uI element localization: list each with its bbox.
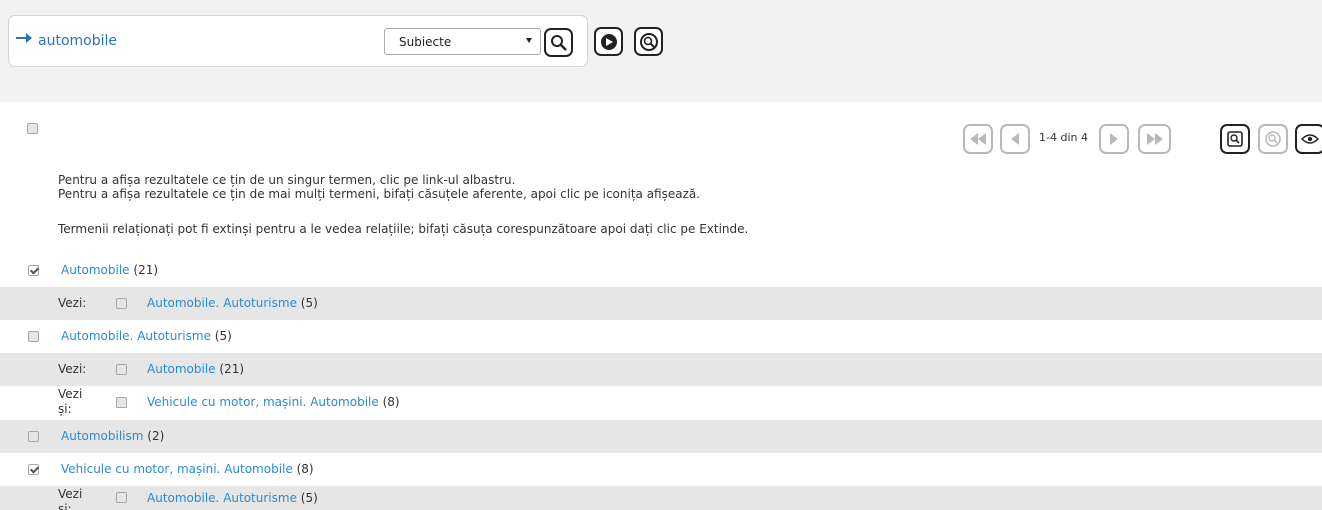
relation-label-line-2: și: (58, 502, 72, 510)
first-page-icon (970, 133, 986, 145)
term-count: (2) (147, 429, 165, 443)
relation-label-line-2: și: (58, 402, 72, 416)
term-entry: Automobile (21) (61, 263, 158, 277)
list-item: Vezi și: Automobile. Autoturisme (5) (0, 486, 1322, 510)
last-page-icon (1146, 133, 1163, 145)
term-link[interactable]: Automobilism (61, 429, 143, 443)
related-term-link[interactable]: Automobile. Autoturisme (147, 491, 297, 505)
term-checkbox[interactable] (28, 265, 39, 276)
search-query[interactable]: automobile (38, 33, 117, 49)
relation-label-line-1: Vezi (58, 487, 83, 501)
display-icon (1227, 131, 1243, 147)
term-checkbox[interactable] (28, 464, 39, 475)
search-button[interactable] (544, 28, 573, 57)
instruction-line-2: Pentru a afișa rezultatele ce țin de mai… (58, 187, 701, 201)
search-scope-select[interactable]: Subiecte (384, 28, 541, 55)
list-item: Automobilism (2) (0, 420, 1322, 453)
related-term-link[interactable]: Automobile. Autoturisme (147, 296, 297, 310)
related-checkbox[interactable] (116, 492, 127, 503)
term-link[interactable]: Vehicule cu motor, mașini. Automobile (61, 462, 293, 476)
related-entry: Vehicule cu motor, mașini. Automobile (8… (147, 395, 400, 409)
chevron-down-icon (526, 38, 532, 43)
term-count: (21) (133, 263, 159, 277)
related-term-link[interactable]: Automobile (147, 362, 216, 376)
term-count: (8) (296, 462, 314, 476)
list-item: Automobile (21) (0, 254, 1322, 287)
browse-button[interactable] (594, 27, 623, 56)
list-item: Vezi: Automobile. Autoturisme (5) (0, 287, 1322, 320)
related-checkbox[interactable] (116, 364, 127, 375)
instruction-line-1: Pentru a afișa rezultatele ce țin de un … (58, 173, 516, 187)
term-entry: Automobile. Autoturisme (5) (61, 329, 232, 343)
relation-label-line-1: Vezi (58, 387, 83, 401)
term-checkbox[interactable] (28, 431, 39, 442)
list-item: Automobile. Autoturisme (5) (0, 320, 1322, 353)
expand-button[interactable] (1258, 124, 1288, 154)
related-term-link[interactable]: Vehicule cu motor, mașini. Automobile (147, 395, 379, 409)
list-item: Vezi: Automobile (21) (0, 353, 1322, 386)
browse-icon (600, 33, 617, 50)
prev-page-button[interactable] (1000, 124, 1030, 154)
related-term-count: (5) (300, 491, 318, 505)
related-entry: Automobile. Autoturisme (5) (147, 296, 318, 310)
term-link[interactable]: Automobile (61, 263, 130, 277)
prev-page-icon (1011, 133, 1019, 145)
related-entry: Automobile (21) (147, 362, 244, 376)
related-entry: Automobile. Autoturisme (5) (147, 491, 318, 505)
scope-selected-value: Subiecte (399, 35, 452, 49)
relation-label: Vezi: (58, 296, 87, 310)
last-page-button[interactable] (1138, 124, 1171, 154)
search-history-button[interactable] (634, 27, 663, 56)
select-all-checkbox[interactable] (27, 123, 38, 134)
search-icon (550, 34, 567, 51)
related-term-count: (21) (219, 362, 245, 376)
expand-icon (1265, 131, 1281, 147)
term-entry: Automobilism (2) (61, 429, 164, 443)
related-term-count: (8) (382, 395, 400, 409)
instruction-line-3: Termenii relaționați pot fi extinși pent… (58, 222, 749, 236)
related-term-count: (5) (300, 296, 318, 310)
relation-label: Vezi și: (58, 487, 82, 510)
first-page-button[interactable] (963, 124, 993, 154)
related-checkbox[interactable] (116, 298, 127, 309)
term-count: (5) (214, 329, 232, 343)
relation-label: Vezi: (58, 362, 87, 376)
related-checkbox[interactable] (116, 397, 127, 408)
pager-info: 1-4 din 4 (1039, 131, 1088, 144)
list-item: Vezi și: Vehicule cu motor, mașini. Auto… (0, 386, 1322, 420)
next-page-icon (1110, 133, 1118, 145)
term-entry: Vehicule cu motor, mașini. Automobile (8… (61, 462, 314, 476)
search-history-icon (639, 32, 658, 51)
list-item: Vehicule cu motor, mașini. Automobile (8… (0, 453, 1322, 486)
preview-button[interactable] (1295, 124, 1322, 154)
display-button[interactable] (1220, 124, 1250, 154)
next-page-button[interactable] (1099, 124, 1129, 154)
arrow-right-icon (16, 33, 32, 43)
term-link[interactable]: Automobile. Autoturisme (61, 329, 211, 343)
term-checkbox[interactable] (28, 331, 39, 342)
relation-label: Vezi și: (58, 387, 82, 417)
eye-icon (1301, 134, 1319, 144)
